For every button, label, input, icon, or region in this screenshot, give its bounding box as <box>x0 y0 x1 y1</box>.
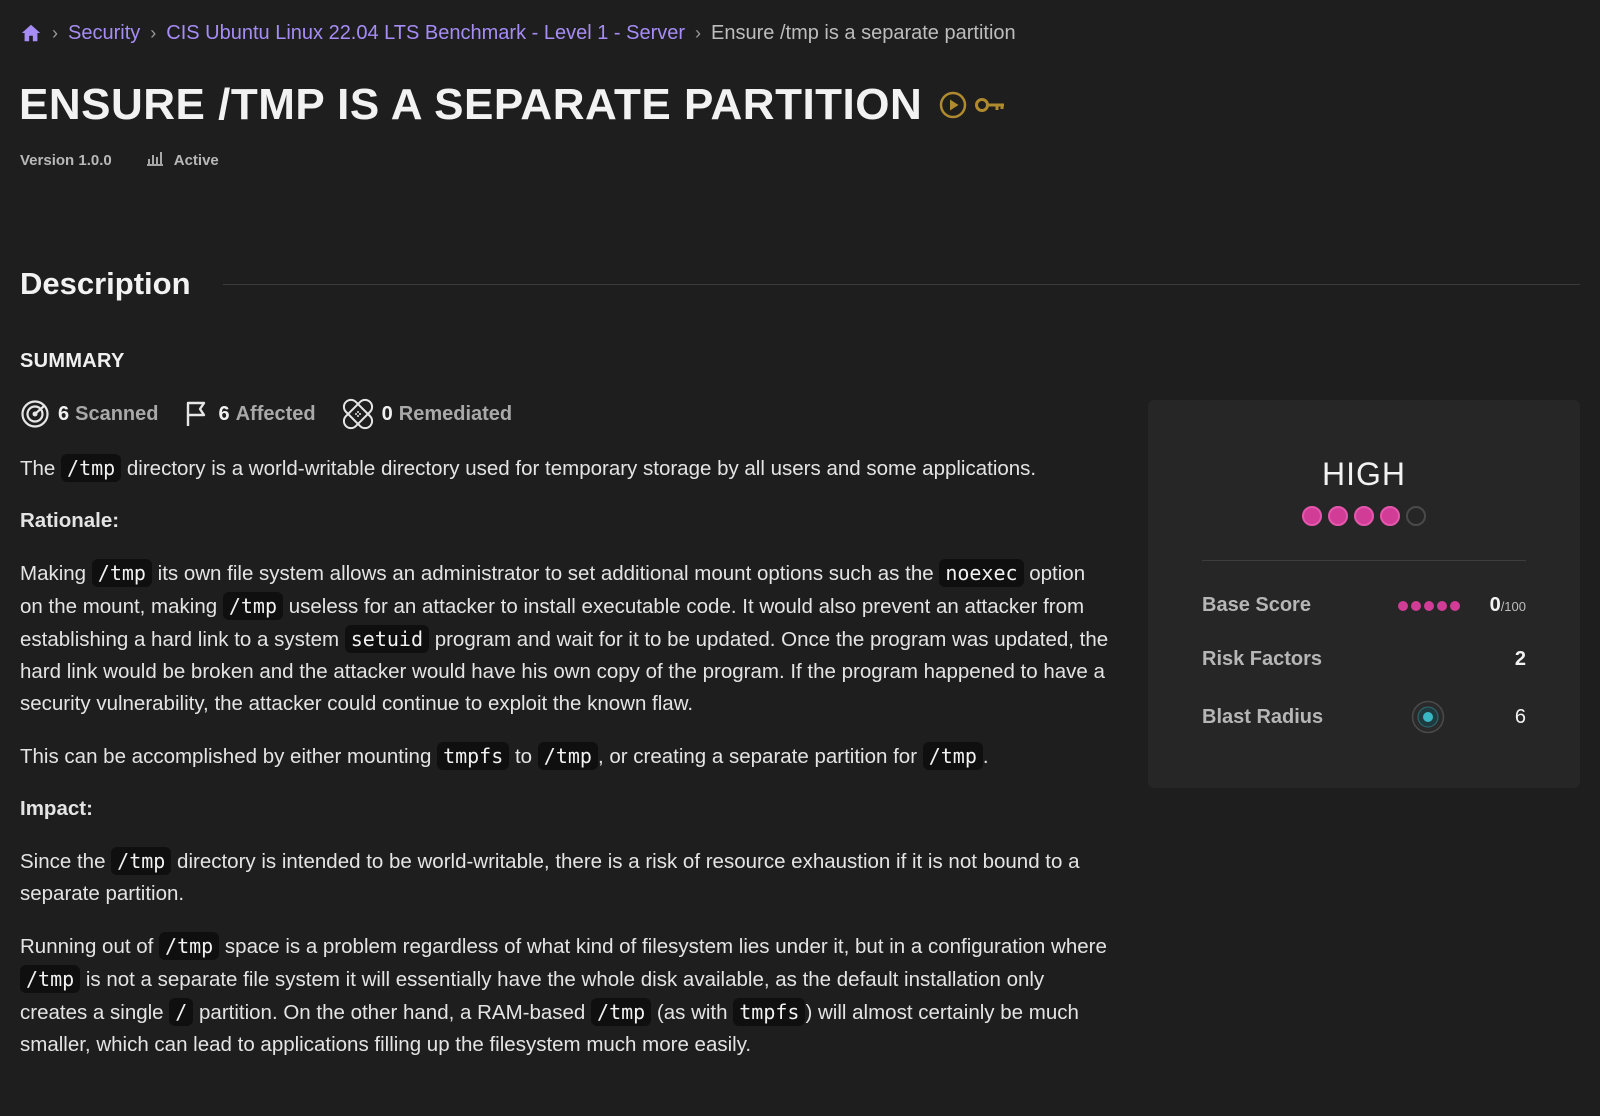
severity-indicator <box>1148 506 1580 526</box>
paragraph-impact: Since the /tmp directory is intended to … <box>20 845 1110 910</box>
remediated-label: Remediated <box>398 402 513 425</box>
blast-radius-icon <box>1411 700 1445 734</box>
text: Since the <box>20 850 112 873</box>
section-title: Description <box>20 266 191 301</box>
inline-code: /tmp <box>591 998 652 1026</box>
version-label: Version 1.0.0 <box>20 151 112 169</box>
meta-row: Version 1.0.0 Active <box>20 150 219 170</box>
text: to <box>509 745 538 768</box>
description-section-header: Description <box>20 266 1580 302</box>
inline-code: /tmp <box>91 559 152 587</box>
paragraph-intro: The /tmp directory is a world-writable d… <box>20 452 1110 485</box>
paragraph-space: Running out of /tmp space is a problem r… <box>20 930 1110 1061</box>
title-row: ENSURE /TMP IS A SEPARATE PARTITION <box>19 80 1006 130</box>
inline-code: /tmp <box>537 742 598 770</box>
key-icon[interactable] <box>974 90 1006 120</box>
inline-code: /tmp <box>922 742 983 770</box>
inline-code: /tmp <box>111 847 172 875</box>
status: Active <box>146 150 219 170</box>
text: . <box>982 745 989 768</box>
affected-label: Affected <box>235 402 316 425</box>
home-icon[interactable] <box>20 22 42 44</box>
risk-factors-value: 2 <box>1514 648 1526 670</box>
stat-scanned[interactable]: 6 Scanned <box>20 399 158 429</box>
severity-dot <box>1406 506 1426 526</box>
bandage-icon <box>342 398 374 430</box>
breadcrumb-current: Ensure /tmp is a separate partition <box>711 21 1016 44</box>
breadcrumb-separator: › <box>150 22 157 43</box>
severity-dot <box>1328 506 1348 526</box>
paragraph-mounting: This can be accomplished by either mount… <box>20 740 1110 773</box>
affected-count: 6 <box>218 402 230 425</box>
text: its own file system allows an administra… <box>151 562 940 585</box>
breadcrumb-separator: › <box>52 22 58 43</box>
text: This can be accomplished by either mount… <box>20 745 438 768</box>
remediated-count: 0 <box>381 402 393 425</box>
flag-icon <box>184 400 210 428</box>
text: , or creating a separate partition for <box>597 745 923 768</box>
scanned-label: Scanned <box>75 402 159 425</box>
description-content: The /tmp directory is a world-writable d… <box>20 452 1110 1081</box>
bar-chart-icon <box>146 150 164 170</box>
breadcrumb-link-security[interactable]: Security <box>68 22 140 45</box>
target-icon <box>20 399 50 429</box>
text: directory is intended to be world-writab… <box>20 850 1080 905</box>
status-label: Active <box>173 151 219 169</box>
breadcrumb-separator: › <box>695 22 702 43</box>
page-title: ENSURE /TMP IS A SEPARATE PARTITION <box>19 80 923 129</box>
risk-factors-row[interactable]: Risk Factors 2 <box>1202 648 1526 671</box>
section-divider <box>222 283 1580 285</box>
base-score-row: Base Score 0/100 <box>1202 594 1526 617</box>
base-score-label: Base Score <box>1202 594 1311 616</box>
card-divider <box>1202 560 1526 561</box>
severity-card: HIGH Base Score 0/100 Risk Factors 2 Bla… <box>1148 400 1580 788</box>
breadcrumb: › Security › CIS Ubuntu Linux 22.04 LTS … <box>20 18 1016 48</box>
inline-code: noexec <box>939 559 1024 587</box>
blast-radius-label: Blast Radius <box>1202 705 1324 728</box>
base-score-value: 0/100 <box>1490 594 1526 617</box>
severity-label: HIGH <box>1322 456 1406 492</box>
inline-code: tmpfs <box>733 998 806 1026</box>
breadcrumb-link-benchmark[interactable]: CIS Ubuntu Linux 22.04 LTS Benchmark - L… <box>166 22 685 45</box>
stat-remediated[interactable]: 0 Remediated <box>342 398 513 430</box>
inline-code: /tmp <box>222 592 284 620</box>
scanned-count: 6 <box>58 402 70 425</box>
base-score-number: 0 <box>1489 594 1501 616</box>
base-score-max: /100 <box>1500 599 1526 614</box>
base-score-dots <box>1397 600 1460 611</box>
stat-affected[interactable]: 6 Affected <box>184 400 316 428</box>
severity-dot <box>1380 506 1400 526</box>
severity-dot <box>1354 506 1374 526</box>
summary-label: SUMMARY <box>20 350 125 372</box>
text: partition. On the other hand, a RAM-base… <box>193 1001 592 1024</box>
title-actions <box>938 90 1006 120</box>
text: Making <box>20 562 92 585</box>
text: Running out of <box>20 935 160 958</box>
text: (as with <box>651 1001 734 1024</box>
inline-code: tmpfs <box>437 742 510 770</box>
text: The <box>20 457 62 480</box>
rationale-heading: Rationale: <box>20 509 120 532</box>
blast-radius-value: 6 <box>1514 705 1526 728</box>
inline-code: /tmp <box>20 965 81 993</box>
inline-code: /tmp <box>61 454 122 482</box>
risk-factors-label: Risk Factors <box>1202 648 1323 670</box>
blast-radius-row[interactable]: Blast Radius 6 <box>1202 700 1526 734</box>
play-icon[interactable] <box>938 90 968 120</box>
inline-code: /tmp <box>159 932 220 960</box>
impact-heading: Impact: <box>20 797 93 820</box>
inline-code: / <box>169 998 194 1026</box>
paragraph-rationale: Making /tmp its own file system allows a… <box>20 557 1110 720</box>
text: directory is a world-writable directory … <box>121 457 1037 480</box>
inline-code: setuid <box>344 625 429 653</box>
text: space is a problem regardless of what ki… <box>219 935 1107 958</box>
summary-stats: 6 Scanned 6 Affected 0 Remediated <box>20 398 538 430</box>
severity-dot <box>1302 506 1322 526</box>
